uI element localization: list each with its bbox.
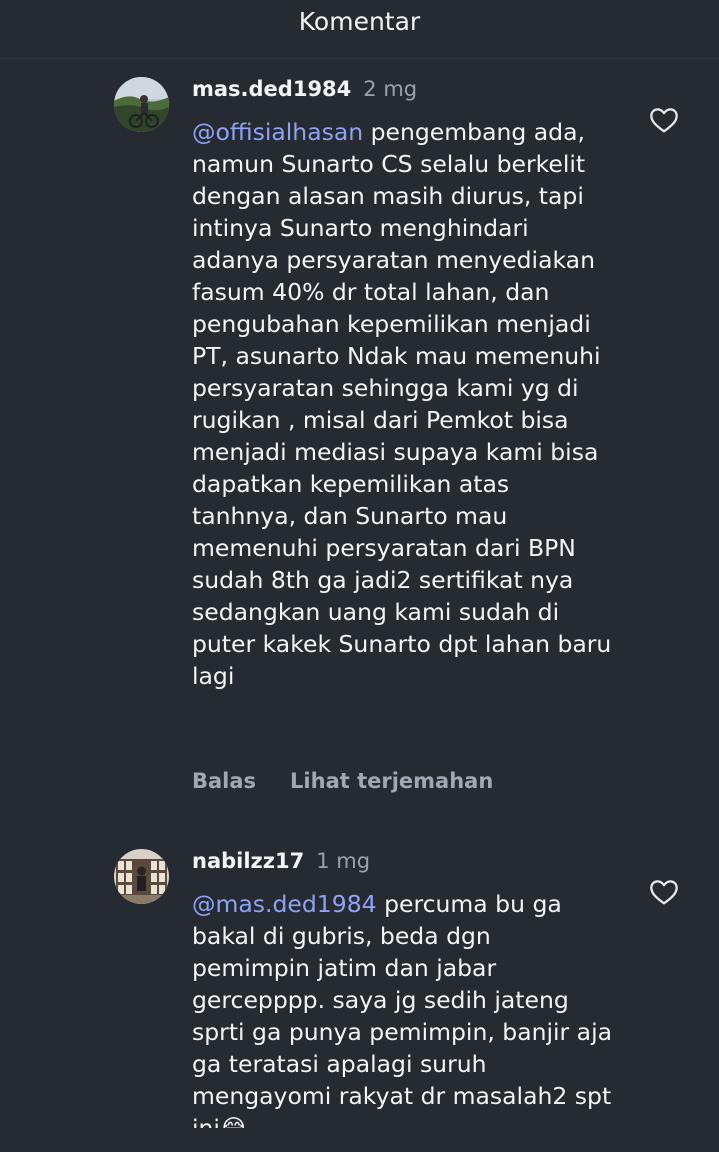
- avatar-image: [114, 849, 169, 904]
- comment-text: @mas.ded1984 percuma bu ga bakal di gubr…: [192, 888, 612, 1128]
- avatar[interactable]: [114, 77, 169, 132]
- comment-mention[interactable]: @mas.ded1984: [192, 890, 377, 918]
- comment-text-content: percuma bu ga bakal di gubris, beda dgn …: [192, 890, 613, 1128]
- comment-time: 1 mg: [316, 849, 371, 873]
- like-button[interactable]: [648, 104, 680, 136]
- comment-username[interactable]: mas.ded1984: [192, 77, 351, 101]
- see-translation-button[interactable]: Lihat terjemahan: [290, 766, 493, 796]
- avatar-image: [114, 77, 169, 132]
- comments-header: Komentar: [0, 0, 719, 56]
- avatar[interactable]: [114, 849, 169, 904]
- comment-mention[interactable]: @offisialhasan: [192, 118, 363, 146]
- like-button[interactable]: [648, 876, 680, 908]
- comment-time: 2 mg: [363, 77, 418, 101]
- heart-outline-icon: [650, 880, 678, 905]
- heart-outline-icon: [650, 108, 678, 133]
- comment-text: @offisialhasan pengembang ada, namun Sun…: [192, 116, 612, 692]
- comment-meta: mas.ded1984 2 mg: [192, 74, 417, 104]
- page-title: Komentar: [298, 7, 421, 36]
- comment-meta: nabilzz17 1 mg: [192, 846, 370, 876]
- bottom-bar: [0, 1128, 719, 1152]
- comment-actions: Balas Lihat terjemahan: [192, 766, 493, 796]
- comment-text-content: pengembang ada, namun Sunarto CS selalu …: [192, 118, 612, 690]
- reply-button[interactable]: Balas: [192, 766, 256, 796]
- header-divider: [0, 58, 719, 59]
- comment-username[interactable]: nabilzz17: [192, 849, 304, 873]
- comments-sheet: Komentar mas.ded1984 2 mg @offisialhasan …: [0, 0, 719, 1128]
